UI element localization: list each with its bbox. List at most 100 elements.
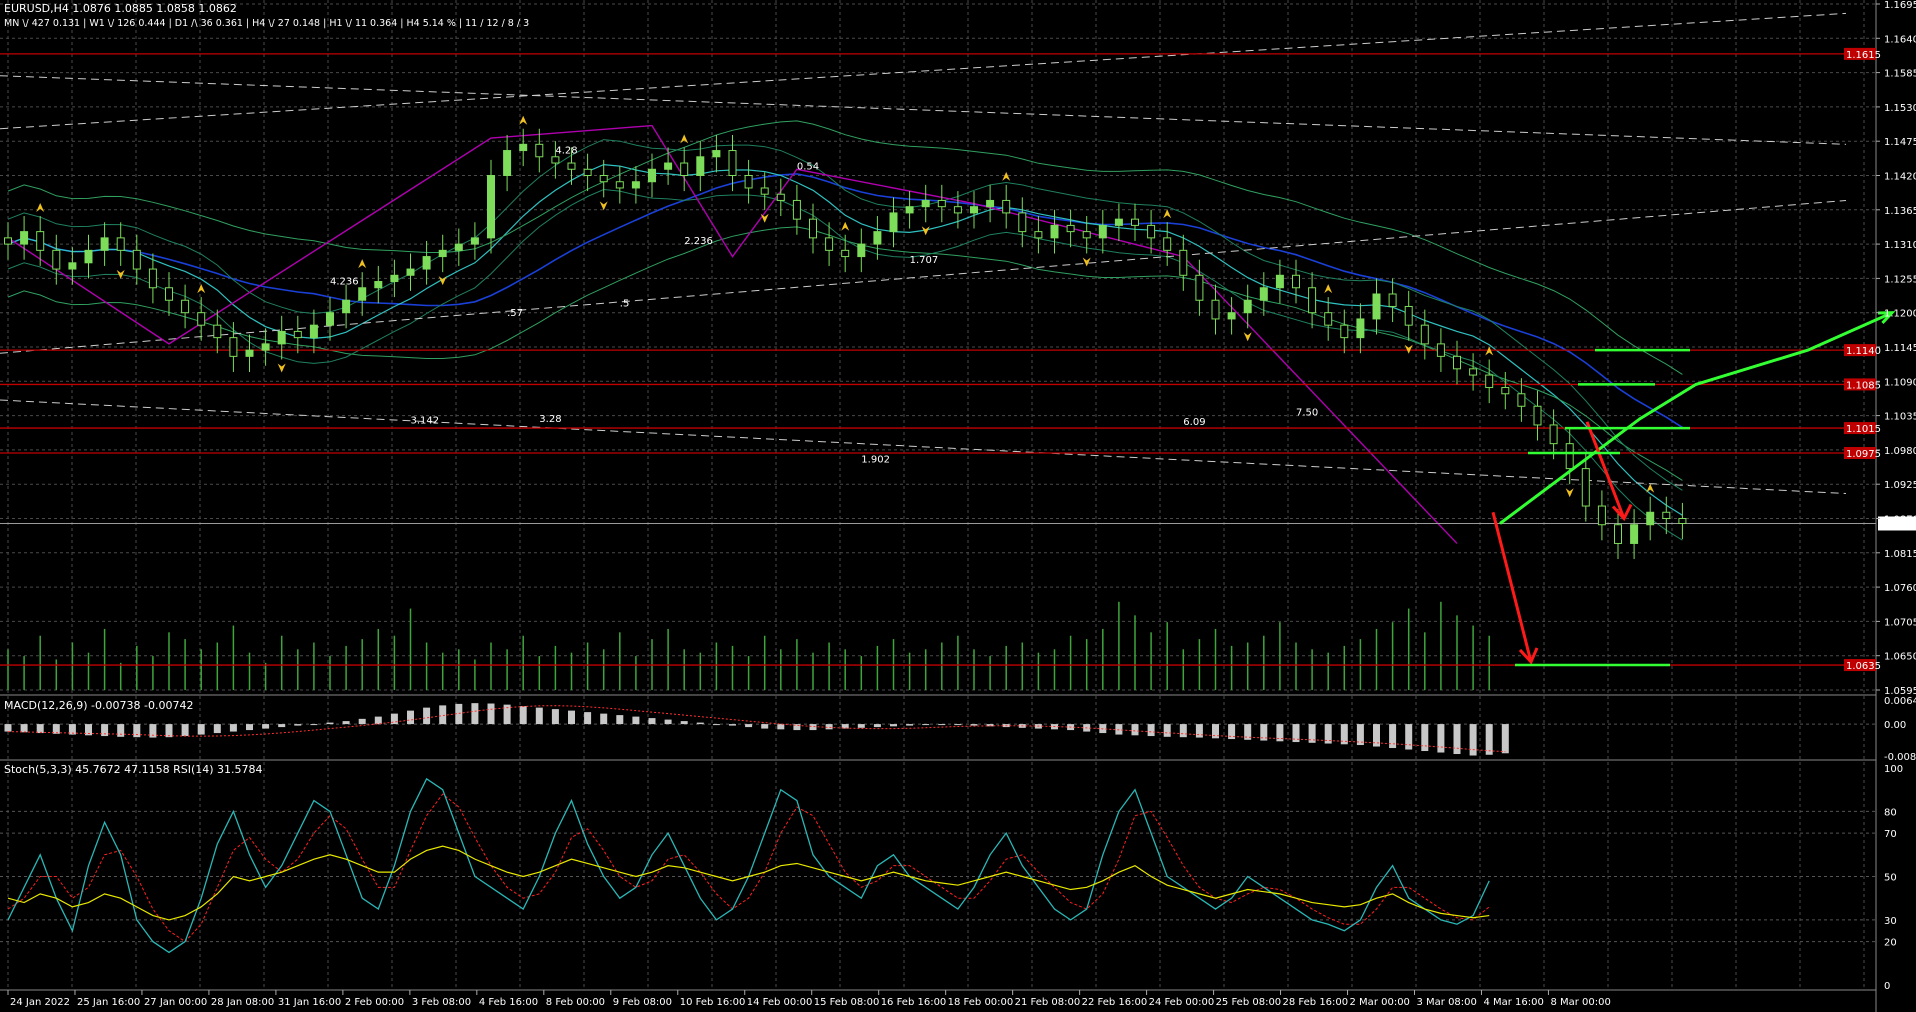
candle-body <box>197 312 206 326</box>
time-tick-label: 4 Mar 16:00 <box>1483 997 1543 1008</box>
price-tick-label: 1.0980 <box>1884 446 1916 457</box>
macd-histogram-bar <box>970 724 978 726</box>
time-tick-label: 25 Feb 08:00 <box>1216 997 1282 1008</box>
candle-body <box>986 199 995 208</box>
macd-histogram-bar <box>664 719 672 725</box>
candle-body <box>503 150 512 177</box>
macd-tick-label: -0.00853 <box>1884 752 1916 763</box>
candle-body <box>615 181 624 189</box>
candle-body <box>1501 387 1510 395</box>
macd-histogram-bar <box>1163 724 1171 737</box>
macd-histogram-bar <box>487 703 495 725</box>
candle-body <box>873 231 882 245</box>
candle-body <box>213 324 222 339</box>
fib-label: 2.236 <box>684 236 713 247</box>
candle-body <box>293 330 302 339</box>
candle-body <box>390 274 399 283</box>
candle-body <box>535 143 544 158</box>
macd-histogram-bar <box>873 724 881 728</box>
price-tick-label: 1.1585 <box>1884 69 1916 80</box>
candle-body <box>712 150 721 158</box>
candle-body <box>1388 293 1397 307</box>
trading-chart[interactable]: 1.1615 1.1140 1.1085 1.1015 1.0975 1.0635 1.08… <box>0 0 1916 1012</box>
candle-body <box>1404 305 1413 326</box>
macd-histogram-bar <box>648 718 656 725</box>
candle-body <box>52 249 61 270</box>
candle-body <box>4 237 12 245</box>
candle-body <box>567 162 576 170</box>
level-label: 1.1015 <box>1846 424 1881 435</box>
macd-histogram-bar <box>310 724 318 726</box>
candle-body <box>583 168 592 177</box>
candle-body <box>937 199 946 208</box>
time-tick-label: 24 Jan 2022 <box>10 997 70 1008</box>
candle-body <box>792 199 801 220</box>
macd-histogram-bar <box>423 707 431 725</box>
candle-body <box>116 237 125 251</box>
price-tick-label: 1.0815 <box>1884 549 1916 560</box>
time-tick-label: 21 Feb 08:00 <box>1015 997 1081 1008</box>
stoch-tick-label: 80 <box>1884 807 1897 818</box>
candle-body <box>1662 511 1671 519</box>
time-tick-label: 3 Mar 08:00 <box>1416 997 1476 1008</box>
symbol-header: EURUSD,H4 1.0876 1.0885 1.0858 1.0862 <box>4 2 237 15</box>
candle-body <box>309 324 318 339</box>
price-tick-label: 1.0760 <box>1884 583 1916 594</box>
macd-histogram-bar <box>246 724 253 731</box>
time-tick-label: 22 Feb 16:00 <box>1082 997 1148 1008</box>
candle-body <box>245 349 254 357</box>
level-label: 1.1615 <box>1846 50 1881 61</box>
candle-body <box>551 156 560 164</box>
candle-body <box>1565 443 1574 470</box>
candle-body <box>889 212 898 233</box>
macd-histogram-bar <box>890 724 897 727</box>
macd-histogram-bar <box>745 724 753 728</box>
candle-body <box>1614 524 1622 544</box>
macd-histogram-bar <box>20 724 28 733</box>
macd-histogram-bar <box>36 724 44 734</box>
macd-histogram-bar <box>1179 724 1187 738</box>
candle-body <box>1211 299 1220 320</box>
candle-body <box>1082 231 1091 239</box>
candle-body <box>1485 374 1494 389</box>
macd-histogram-bar <box>729 724 736 726</box>
candle-body <box>1227 312 1236 320</box>
candle-body <box>132 249 141 270</box>
fib-label: .57 <box>507 308 523 319</box>
macd-histogram-bar <box>1195 724 1203 738</box>
price-tick-label: 1.1695 <box>1884 0 1916 11</box>
candle-body <box>1195 274 1204 301</box>
candle-body <box>1147 224 1156 239</box>
macd-histogram-bar <box>407 710 414 725</box>
candle-body <box>776 193 785 201</box>
macd-title: MACD(12,26,9) -0.00738 -0.00742 <box>4 699 193 712</box>
candle-body <box>1533 405 1542 426</box>
level-label: 1.1140 <box>1846 346 1881 357</box>
macd-histogram-bar <box>680 721 688 725</box>
fib-label: 6.09 <box>1183 417 1205 428</box>
candle-body <box>921 199 930 208</box>
macd-histogram-bar <box>181 724 189 737</box>
macd-histogram-bar <box>165 724 173 738</box>
macd-histogram-bar <box>584 712 592 725</box>
macd-histogram-bar <box>1437 724 1445 753</box>
candle-body <box>1259 287 1268 301</box>
candle-body <box>68 262 77 270</box>
time-tick-label: 14 Feb 00:00 <box>747 997 813 1008</box>
time-tick-label: 16 Feb 16:00 <box>881 997 947 1008</box>
candle-body <box>1517 393 1526 407</box>
price-tick-label: 1.0925 <box>1884 480 1916 491</box>
price-tick-label: 1.0650 <box>1884 652 1916 663</box>
candle-body <box>165 287 173 301</box>
price-tick-label: 1.1255 <box>1884 274 1916 285</box>
macd-histogram-bar <box>1501 724 1509 754</box>
candle-body <box>358 287 367 301</box>
macd-histogram-bar <box>535 707 543 725</box>
time-tick-label: 10 Feb 16:00 <box>680 997 746 1008</box>
time-tick-label: 9 Feb 08:00 <box>613 997 672 1008</box>
candle-body <box>1581 468 1590 507</box>
price-tick-label: 1.1035 <box>1884 412 1916 423</box>
candle-body <box>84 249 93 264</box>
price-tick-label: 1.1530 <box>1884 103 1916 114</box>
candle-body <box>599 175 608 183</box>
